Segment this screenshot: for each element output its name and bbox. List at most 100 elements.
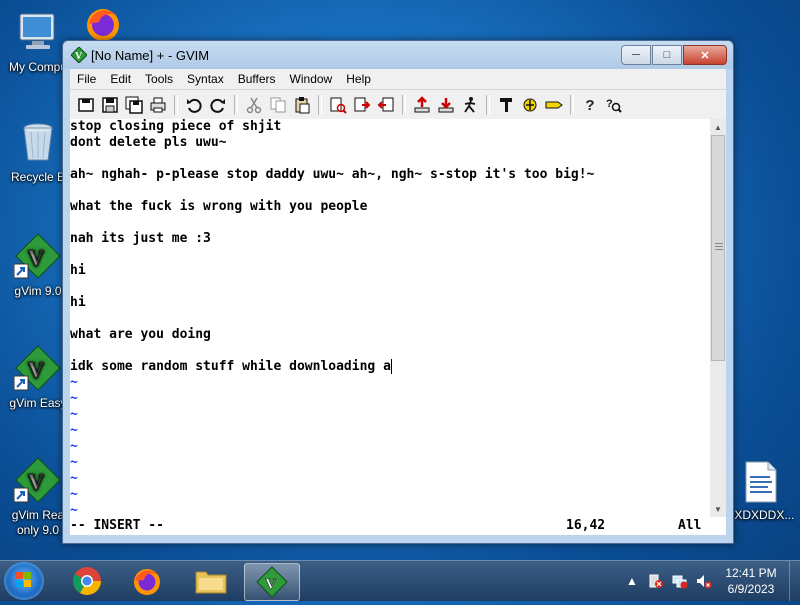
start-button[interactable] <box>4 562 44 600</box>
find-prev-icon[interactable] <box>375 94 397 116</box>
editor-line: ah~ nghah- p-please stop daddy uwu~ ah~,… <box>70 167 595 182</box>
menu-help[interactable]: Help <box>339 72 378 86</box>
gvim-icon: V <box>70 46 88 64</box>
load-session-icon[interactable] <box>411 94 433 116</box>
firefox-icon <box>134 569 160 595</box>
print-icon[interactable] <box>147 94 169 116</box>
toolbar-separator <box>486 95 490 115</box>
empty-line-markers: ~ ~ ~ ~ ~ ~ ~ ~ ~ <box>70 375 710 517</box>
recycle-bin-icon <box>14 118 62 166</box>
paste-icon[interactable] <box>291 94 313 116</box>
menu-window[interactable]: Window <box>283 72 340 86</box>
svg-text:V: V <box>28 357 44 382</box>
text-cursor <box>390 359 392 374</box>
gvim-icon: V <box>13 456 62 504</box>
toolbar-separator <box>174 95 178 115</box>
svg-text:V: V <box>28 469 44 494</box>
menu-tools[interactable]: Tools <box>138 72 180 86</box>
toolbar: ? ? <box>70 89 726 120</box>
find-next-icon[interactable] <box>351 94 373 116</box>
editor-line: what are you doing <box>70 327 211 342</box>
system-tray: ▲ <box>620 561 716 601</box>
empty-line-tilde: ~ <box>70 439 78 454</box>
menu-bar: File Edit Tools Syntax Buffers Window He… <box>70 69 726 89</box>
undo-icon[interactable] <box>183 94 205 116</box>
svg-text:V: V <box>75 51 83 62</box>
open-icon[interactable] <box>75 94 97 116</box>
copy-icon[interactable] <box>267 94 289 116</box>
empty-line-tilde: ~ <box>70 503 78 517</box>
gvim-icon: V <box>13 344 62 392</box>
find-help-icon[interactable]: ? <box>603 94 625 116</box>
menu-syntax[interactable]: Syntax <box>180 72 231 86</box>
action-center-icon[interactable] <box>647 572 665 590</box>
ctags-icon[interactable] <box>543 94 565 116</box>
taskbar-file-explorer[interactable] <box>184 563 238 599</box>
empty-line-tilde: ~ <box>70 407 78 422</box>
volume-icon[interactable] <box>695 572 713 590</box>
show-hidden-icons-icon[interactable]: ▲ <box>623 572 641 590</box>
scroll-down-icon[interactable]: ▼ <box>710 501 726 517</box>
network-icon[interactable] <box>671 572 689 590</box>
svg-text:V: V <box>265 576 277 593</box>
svg-text:V: V <box>28 245 44 270</box>
help-icon[interactable]: ? <box>579 94 601 116</box>
editor-line: hi <box>70 295 86 310</box>
windows-logo-icon <box>16 572 31 587</box>
shell-icon[interactable] <box>519 94 541 116</box>
empty-line-tilde: ~ <box>70 423 78 438</box>
window-titlebar[interactable]: V [No Name] + - GVIM ─ □ ✕ <box>63 41 733 69</box>
save-all-icon[interactable] <box>123 94 145 116</box>
maximize-icon: □ <box>663 49 671 61</box>
taskbar-gvim[interactable]: V <box>244 563 300 601</box>
empty-line-tilde: ~ <box>70 391 78 406</box>
status-line: -- INSERT -- 16,42 All <box>70 517 726 535</box>
find-replace-icon[interactable] <box>327 94 349 116</box>
document-icon <box>740 460 780 504</box>
editor-line-text: idk some random stuff while downloading … <box>70 359 391 374</box>
firefox-icon <box>83 4 123 44</box>
gvim-icon: V <box>13 232 62 280</box>
close-button[interactable]: ✕ <box>683 45 727 65</box>
minimize-icon: ─ <box>632 49 640 61</box>
gvim-icon: V <box>256 566 288 598</box>
run-script-icon[interactable] <box>459 94 481 116</box>
cut-icon[interactable] <box>243 94 265 116</box>
redo-icon[interactable] <box>207 94 229 116</box>
chrome-icon <box>73 567 101 595</box>
maximize-button[interactable]: □ <box>652 45 682 65</box>
text-editor[interactable]: stop closing piece of shjit dont delete … <box>70 119 710 517</box>
editor-line-current: idk some random stuff while downloading … <box>70 359 710 375</box>
menu-edit[interactable]: Edit <box>103 72 138 86</box>
taskbar: V ▲ 12:41 PM 6/9/2023 <box>0 560 800 601</box>
window-title: [No Name] + - GVIM <box>91 48 210 63</box>
gvim-window[interactable]: V [No Name] + - GVIM ─ □ ✕ File Edit Too… <box>62 40 734 544</box>
toolbar-separator <box>318 95 322 115</box>
empty-line-tilde: ~ <box>70 375 78 390</box>
editor-line: hi <box>70 263 86 278</box>
taskbar-clock[interactable]: 12:41 PM 6/9/2023 <box>716 565 786 597</box>
taskbar-firefox[interactable] <box>120 563 174 599</box>
editor-line: stop closing piece of shjit <box>70 119 282 134</box>
vertical-scrollbar[interactable]: ▲ ▼ <box>710 119 726 517</box>
menu-buffers[interactable]: Buffers <box>231 72 283 86</box>
scrollbar-thumb[interactable] <box>711 135 725 361</box>
minimize-button[interactable]: ─ <box>621 45 651 65</box>
taskbar-chrome[interactable] <box>60 563 114 599</box>
save-session-icon[interactable] <box>435 94 457 116</box>
show-desktop-button[interactable] <box>789 561 800 601</box>
empty-line-tilde: ~ <box>70 471 78 486</box>
make-icon[interactable] <box>495 94 517 116</box>
save-icon[interactable] <box>99 94 121 116</box>
editor-line: dont delete pls uwu~ <box>70 135 227 150</box>
toolbar-separator <box>234 95 238 115</box>
editor-line: what the fuck is wrong with you people <box>70 199 368 214</box>
empty-line-tilde: ~ <box>70 455 78 470</box>
menu-file[interactable]: File <box>70 72 103 86</box>
scroll-up-icon[interactable]: ▲ <box>710 119 726 135</box>
